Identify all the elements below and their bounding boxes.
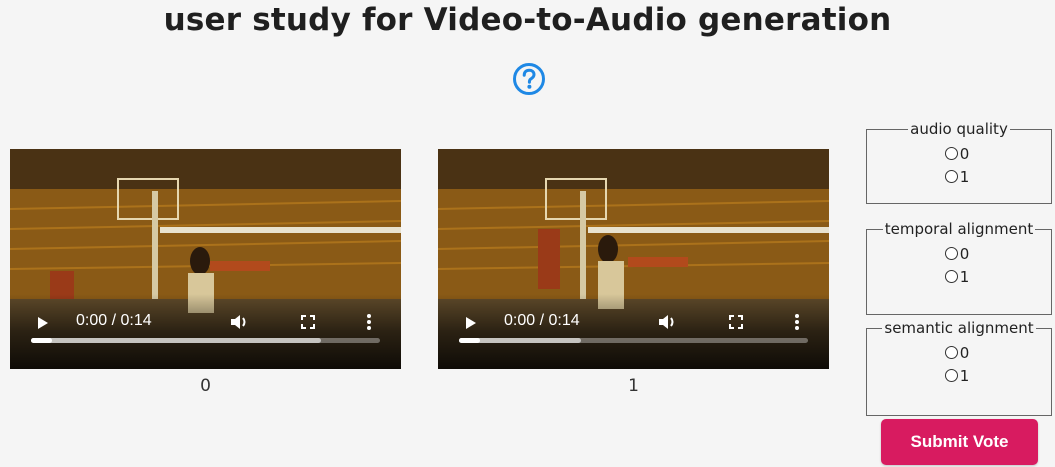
video-caption-1: 1 bbox=[628, 376, 639, 396]
more-options-icon[interactable] bbox=[788, 310, 806, 334]
progress-bar[interactable] bbox=[459, 338, 808, 343]
radio-button[interactable] bbox=[944, 247, 958, 260]
option-0[interactable]: 0 bbox=[867, 142, 1051, 165]
video-player-0[interactable]: 0:00 / 0:14 bbox=[10, 149, 401, 369]
question-audio-quality: audio quality 0 1 bbox=[866, 120, 1052, 204]
question-temporal-alignment: temporal alignment 0 1 bbox=[866, 220, 1052, 315]
page-title: user study for Video-to-Audio generation bbox=[163, 2, 892, 38]
option-1[interactable]: 1 bbox=[867, 364, 1051, 387]
video-caption-0: 0 bbox=[200, 376, 211, 396]
radio-button[interactable] bbox=[944, 147, 958, 160]
radio-button[interactable] bbox=[944, 369, 958, 382]
more-options-icon[interactable] bbox=[360, 310, 378, 334]
option-0[interactable]: 0 bbox=[867, 341, 1051, 364]
radio-button[interactable] bbox=[944, 270, 958, 283]
volume-icon[interactable] bbox=[228, 310, 254, 334]
radio-button[interactable] bbox=[944, 170, 958, 183]
play-icon[interactable] bbox=[30, 311, 54, 335]
question-semantic-alignment: semantic alignment 0 1 bbox=[866, 319, 1052, 416]
video-controls: 0:00 / 0:14 bbox=[10, 294, 401, 369]
question-legend: temporal alignment bbox=[884, 220, 1034, 238]
video-controls: 0:00 / 0:14 bbox=[438, 294, 829, 369]
volume-icon[interactable] bbox=[656, 310, 682, 334]
option-0[interactable]: 0 bbox=[867, 242, 1051, 265]
question-legend: audio quality bbox=[910, 120, 1008, 138]
video-time: 0:00 / 0:14 bbox=[504, 312, 580, 329]
video-player-1[interactable]: 0:00 / 0:14 bbox=[438, 149, 829, 369]
fullscreen-icon[interactable] bbox=[724, 310, 748, 334]
question-legend: semantic alignment bbox=[884, 319, 1034, 337]
question-circle-icon[interactable] bbox=[512, 62, 546, 96]
play-icon[interactable] bbox=[458, 311, 482, 335]
fullscreen-icon[interactable] bbox=[296, 310, 320, 334]
submit-vote-button[interactable]: Submit Vote bbox=[881, 419, 1038, 465]
video-time: 0:00 / 0:14 bbox=[76, 312, 152, 329]
progress-bar[interactable] bbox=[31, 338, 380, 343]
progress-buffered bbox=[31, 338, 321, 343]
radio-button[interactable] bbox=[944, 346, 958, 359]
option-1[interactable]: 1 bbox=[867, 165, 1051, 188]
option-1[interactable]: 1 bbox=[867, 265, 1051, 288]
progress-played bbox=[459, 338, 480, 343]
progress-played bbox=[31, 338, 52, 343]
